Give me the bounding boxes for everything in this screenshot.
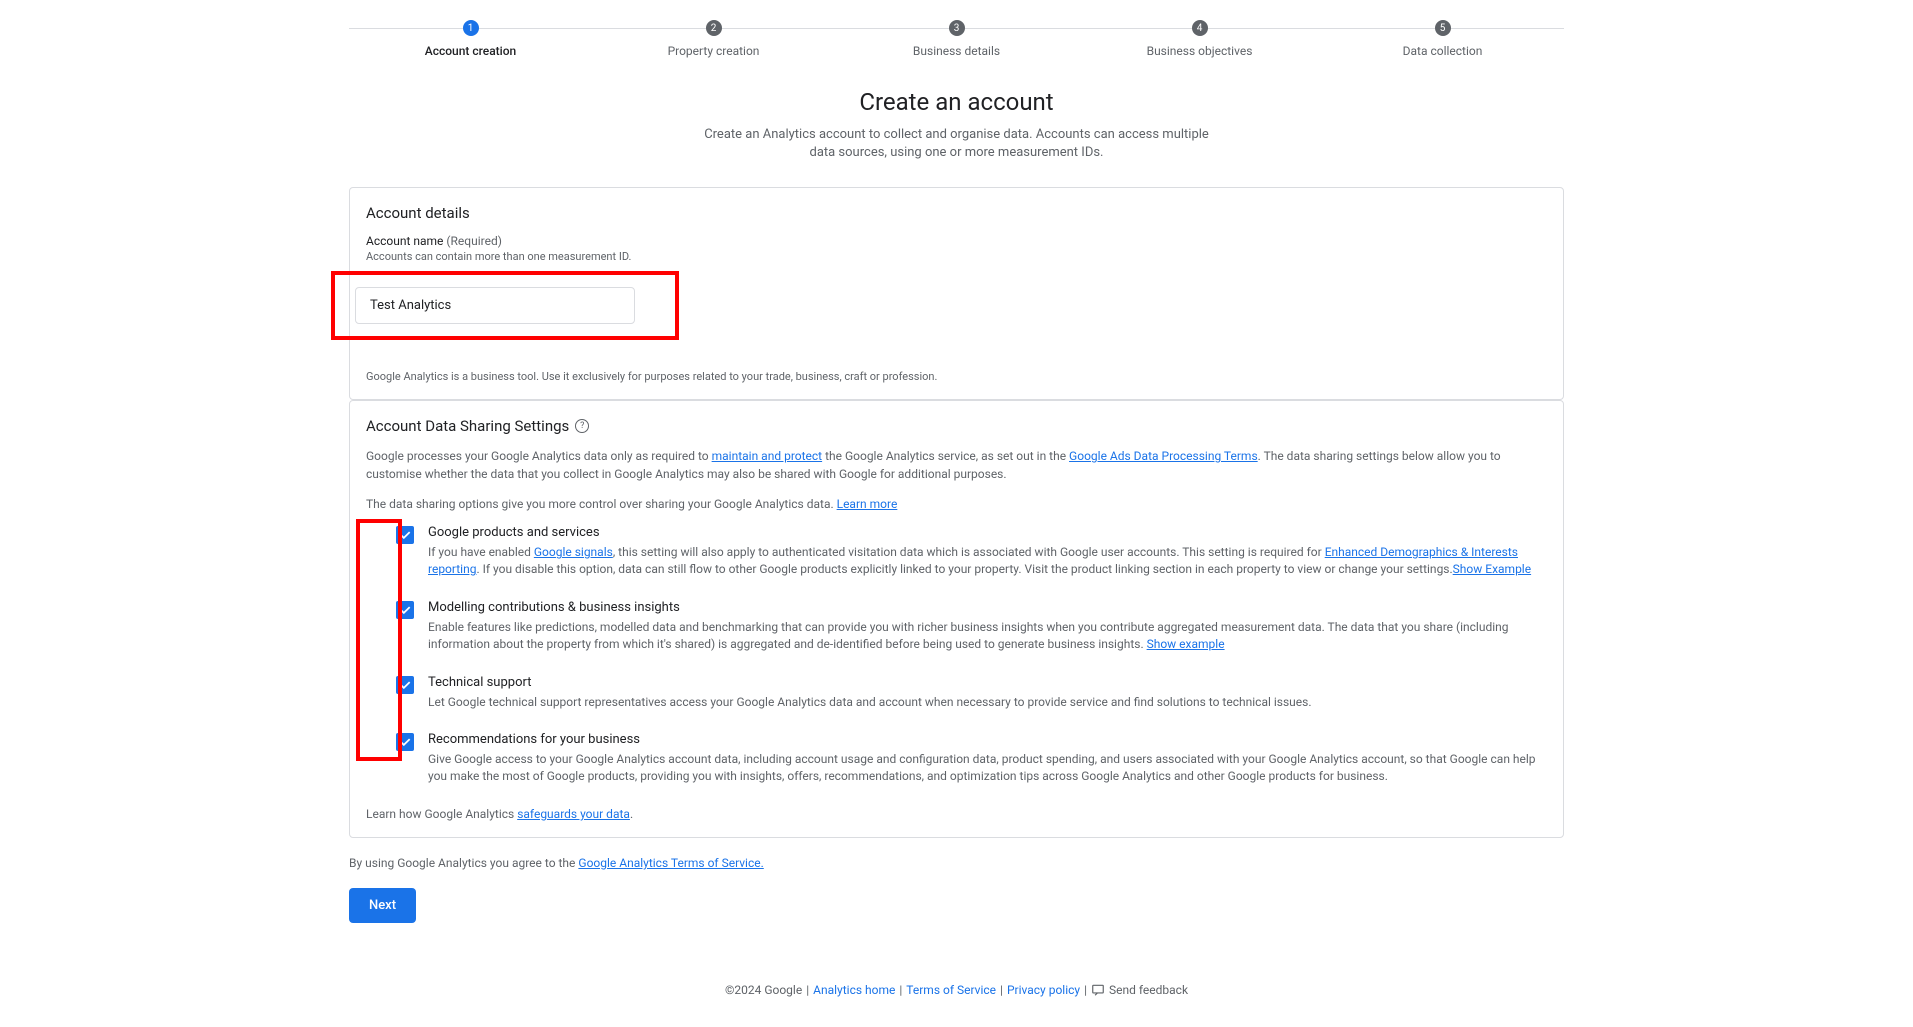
page-subtitle: Create an Analytics account to collect a…	[697, 126, 1217, 162]
account-details-heading: Account details	[366, 204, 1547, 222]
page-footer: ©2024 Google | Analytics home | Terms of…	[349, 973, 1564, 1007]
step-label-5: Data collection	[1403, 44, 1483, 58]
checkbox-technical-support[interactable]	[396, 676, 414, 694]
checkbox-title-modelling: Modelling contributions & business insig…	[428, 600, 1547, 615]
business-tool-note: Google Analytics is a business tool. Use…	[366, 370, 1547, 383]
help-icon[interactable]: ?	[575, 419, 589, 433]
link-learn-more[interactable]: Learn more	[837, 497, 898, 511]
link-google-signals[interactable]: Google signals	[534, 545, 613, 559]
sharing-desc-2: The data sharing options give you more c…	[366, 495, 1547, 513]
step-circle-2: 2	[706, 20, 722, 36]
link-show-example-1[interactable]: Show Example	[1453, 562, 1531, 576]
checkbox-item-products-services: Google products and services If you have…	[396, 525, 1547, 578]
step-business-objectives: 4 Business objectives	[1078, 20, 1321, 58]
step-data-collection: 5 Data collection	[1321, 20, 1564, 58]
checkbox-desc-support: Let Google technical support representat…	[428, 694, 1547, 711]
link-analytics-home[interactable]: Analytics home	[813, 983, 895, 997]
link-show-example-2[interactable]: Show example	[1147, 637, 1225, 651]
feedback-icon	[1091, 983, 1105, 997]
step-label-2: Property creation	[668, 44, 760, 58]
terms-agreement-line: By using Google Analytics you agree to t…	[349, 856, 1564, 870]
step-label-1: Account creation	[425, 44, 516, 58]
checkbox-recommendations[interactable]	[396, 733, 414, 751]
checkbox-modelling[interactable]	[396, 601, 414, 619]
step-circle-4: 4	[1192, 20, 1208, 36]
account-name-label: Account name (Required)	[366, 234, 1547, 248]
account-name-input[interactable]	[355, 287, 635, 324]
checkbox-title-support: Technical support	[428, 675, 1547, 690]
checkbox-desc-modelling: Enable features like predictions, modell…	[428, 619, 1547, 653]
checkbox-item-recommendations: Recommendations for your business Give G…	[396, 732, 1547, 785]
step-business-details: 3 Business details	[835, 20, 1078, 58]
checkbox-title-products: Google products and services	[428, 525, 1547, 540]
checkbox-item-technical-support: Technical support Let Google technical s…	[396, 675, 1547, 711]
step-circle-5: 5	[1435, 20, 1451, 36]
progress-stepper: 1 Account creation 2 Property creation 3…	[349, 20, 1564, 58]
footer-copyright: ©2024 Google	[725, 983, 802, 997]
data-sharing-heading: Account Data Sharing Settings ?	[366, 417, 1547, 435]
step-label-4: Business objectives	[1147, 44, 1253, 58]
step-circle-1: 1	[463, 20, 479, 36]
link-footer-tos[interactable]: Terms of Service	[906, 983, 996, 997]
link-safeguards-data[interactable]: safeguards your data	[517, 807, 630, 821]
page-title: Create an account	[349, 88, 1564, 116]
account-details-card: Account details Account name (Required) …	[349, 187, 1564, 400]
checkbox-item-modelling: Modelling contributions & business insig…	[396, 600, 1547, 653]
send-feedback-button[interactable]: Send feedback	[1091, 983, 1188, 997]
data-sharing-card: Account Data Sharing Settings ? Google p…	[349, 400, 1564, 838]
checkbox-desc-products: If you have enabled Google signals, this…	[428, 544, 1547, 578]
step-account-creation: 1 Account creation	[349, 20, 592, 58]
checkbox-desc-recommendations: Give Google access to your Google Analyt…	[428, 751, 1547, 785]
step-property-creation: 2 Property creation	[592, 20, 835, 58]
account-name-helper: Accounts can contain more than one measu…	[366, 250, 1547, 263]
next-button[interactable]: Next	[349, 888, 416, 923]
highlight-account-name	[331, 271, 679, 340]
step-circle-3: 3	[949, 20, 965, 36]
checkbox-title-recommendations: Recommendations for your business	[428, 732, 1547, 747]
link-maintain-protect[interactable]: maintain and protect	[712, 449, 823, 463]
link-ads-terms[interactable]: Google Ads Data Processing Terms	[1069, 449, 1258, 463]
sharing-desc-1: Google processes your Google Analytics d…	[366, 447, 1547, 483]
safeguards-line: Learn how Google Analytics safeguards yo…	[366, 807, 1547, 821]
checkbox-products-services[interactable]	[396, 526, 414, 544]
link-footer-privacy[interactable]: Privacy policy	[1007, 983, 1080, 997]
link-analytics-tos[interactable]: Google Analytics Terms of Service.	[578, 856, 763, 870]
step-label-3: Business details	[913, 44, 1000, 58]
